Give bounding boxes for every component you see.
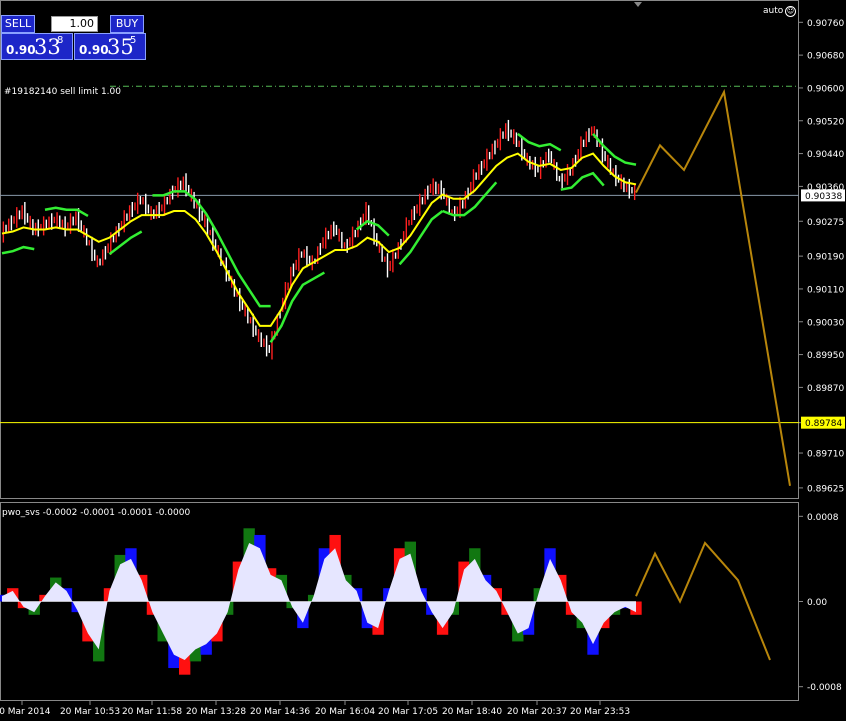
sell-price-sup: 8 <box>57 35 64 46</box>
x-tick-label: 20 Mar 20:37 <box>507 707 567 717</box>
lot-size-input[interactable]: 1.00 <box>51 16 98 32</box>
osc-y-tick-label: -0.0008 <box>807 683 842 693</box>
buy-price-prefix: 0.90 <box>79 43 109 57</box>
y-tick-label: 0.90440 <box>807 150 844 160</box>
highlight-price-label: 0.89784 <box>805 419 842 429</box>
chart-canvas: 0.90760 0.90680 0.90600 0.90520 0.90440 0.903… <box>0 0 845 717</box>
buy-button[interactable]: BUY <box>110 15 144 33</box>
sell-price-prefix: 0.90 <box>6 43 36 57</box>
oscillator-label: pwo_svs -0.0002 -0.0001 -0.0001 -0.0000 <box>2 508 190 518</box>
x-tick-label: 20 Mar 16:04 <box>315 707 375 717</box>
y-tick-label: 0.90275 <box>807 218 844 228</box>
y-tick-label: 0.89870 <box>807 384 844 394</box>
x-tick-label: 20 Mar 13:28 <box>186 707 246 717</box>
oscillator-projection-line <box>635 541 771 661</box>
y-tick-label: 0.89950 <box>807 351 844 361</box>
moving-average-line <box>1 152 637 327</box>
y-tick-label: 0.90760 <box>807 19 844 29</box>
y-tick-label: 0.90520 <box>807 117 844 127</box>
expert-smiley-icon: ☺ <box>785 6 796 17</box>
y-tick-label: 0.90190 <box>807 253 844 263</box>
chart-shift-marker[interactable] <box>634 2 642 7</box>
sell-price-box[interactable]: 0.90 33 8 <box>1 33 73 60</box>
y-tick-label: 0.90030 <box>807 318 844 328</box>
trend-band-segment <box>152 190 271 308</box>
y-tick-label: 0.89625 <box>807 484 844 494</box>
current-price-label: 0.90338 <box>805 192 842 202</box>
x-tick-label: 20 Mar 11:58 <box>122 707 182 717</box>
auto-scroll-label[interactable]: auto <box>763 6 783 16</box>
buy-price-sup: 5 <box>130 35 137 46</box>
x-tick-label: 20 Mar 18:40 <box>442 707 502 717</box>
trend-band-segment <box>269 271 325 343</box>
x-tick-label: 20 Mar 23:53 <box>570 707 630 717</box>
x-tick-label: 20 Mar 2014 <box>0 707 51 717</box>
y-tick-label: 0.90600 <box>807 84 844 94</box>
y-tick-label: 0.89710 <box>807 450 844 460</box>
trend-band-segment <box>355 219 390 237</box>
x-tick-label: 20 Mar 10:53 <box>60 707 120 717</box>
x-tick-label: 20 Mar 14:36 <box>250 707 310 717</box>
main-plot-frame <box>0 0 799 499</box>
sell-button[interactable]: SELL <box>1 15 35 33</box>
y-tick-label: 0.90110 <box>807 285 844 295</box>
forecast-projection-line <box>635 88 791 487</box>
buy-price-box[interactable]: 0.90 35 5 <box>74 33 146 60</box>
osc-y-tick-label: 0.00 <box>807 598 827 608</box>
osc-y-tick-label: 0.0008 <box>807 513 839 523</box>
y-tick-label: 0.90680 <box>807 52 844 62</box>
x-tick-label: 20 Mar 17:05 <box>378 707 438 717</box>
trend-band-segment <box>517 132 562 152</box>
order-label: #19182140 sell limit 1.00 <box>4 87 121 97</box>
trend-band-segment <box>1 245 35 255</box>
